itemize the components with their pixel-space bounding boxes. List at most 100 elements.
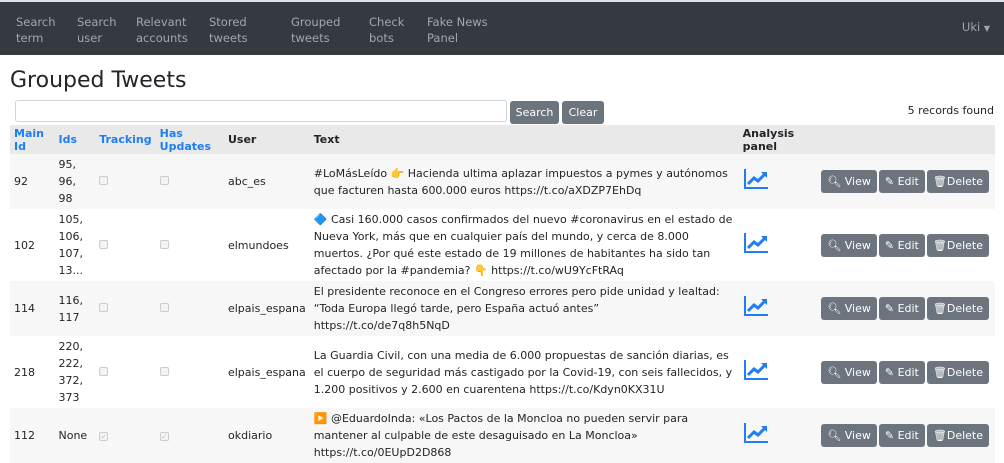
search-icon: 🔍︎ — [827, 238, 842, 252]
pencil-icon: ✎ — [884, 175, 895, 188]
ids: 95, 96, 98 — [54, 154, 96, 209]
tracking-cell — [95, 209, 155, 281]
delete-label: Delete — [946, 365, 983, 379]
tracking-checkbox[interactable] — [99, 239, 109, 249]
nav-line: user — [77, 31, 103, 45]
delete-button[interactable]: 🗑︎Delete — [926, 297, 989, 320]
user: elmundoes — [227, 238, 289, 252]
delete-button[interactable]: 🗑︎Delete — [926, 360, 989, 384]
caret-down-icon: ▼ — [983, 24, 990, 33]
edit-label: Edit — [897, 175, 919, 188]
view-button[interactable]: 🔍︎ View — [821, 233, 877, 257]
analysis-cell — [739, 336, 818, 408]
trash-icon: 🗑︎ — [932, 302, 947, 315]
search-icon: 🔍︎ — [827, 365, 842, 379]
chart-line-icon[interactable] — [743, 168, 769, 195]
has-updates-checkbox[interactable] — [159, 366, 169, 376]
header-tracking[interactable]: Tracking — [95, 125, 156, 154]
edit-button[interactable]: ✎ Edit — [878, 170, 925, 193]
main-id: 114 — [10, 281, 55, 336]
has-updates-checkbox[interactable] — [159, 176, 169, 185]
records-count: 5 records found — [907, 104, 994, 117]
delete-button[interactable]: 🗑︎Delete — [926, 233, 989, 257]
table-row: 92 95, 96, 98 abc_es #LoMásLeído 👉 Hacie… — [10, 154, 995, 209]
edit-label: Edit — [897, 302, 919, 315]
edit-label: Edit — [897, 238, 919, 252]
edit-label: Edit — [897, 365, 919, 379]
trash-icon: 🗑︎ — [932, 175, 947, 188]
delete-button[interactable]: 🗑︎Delete — [926, 170, 989, 193]
user-menu[interactable]: Uki ▼ — [962, 20, 990, 34]
delete-button[interactable]: 🗑︎Delete — [926, 424, 989, 447]
nav-line: Check — [369, 15, 405, 29]
nav-line: Search — [77, 15, 117, 29]
view-label: View — [844, 302, 871, 315]
user: elpais_espana — [223, 281, 310, 336]
chart-line-icon[interactable] — [743, 422, 769, 449]
view-button[interactable]: 🔍︎ View — [821, 170, 877, 193]
has-updates-checkbox[interactable] — [159, 239, 169, 249]
actions-cell: 🔍︎ View ✎ Edit 🗑︎Delete — [817, 408, 995, 463]
nav-item-search-user[interactable]: Search user — [77, 14, 117, 46]
header-main-id[interactable]: Main Id — [10, 125, 55, 154]
view-button[interactable]: 🔍︎ View — [821, 424, 877, 447]
header-actions — [817, 125, 995, 154]
header-has-updates[interactable]: Has Updates — [155, 125, 224, 154]
has-updates-cell — [155, 154, 224, 209]
nav-item-stored-tweets[interactable]: Stored tweets — [209, 14, 248, 46]
view-label: View — [844, 429, 871, 442]
tracking-checkbox[interactable] — [99, 176, 109, 185]
header-text: Text — [309, 125, 739, 154]
pencil-icon: ✎ — [884, 429, 895, 442]
header-ids[interactable]: Ids — [54, 125, 96, 154]
tweet-text: #LoMásLeído 👉 Hacienda ultima aplazar im… — [309, 154, 739, 209]
has-updates-checkbox[interactable] — [159, 303, 169, 312]
delete-label: Delete — [946, 238, 983, 252]
search-button[interactable]: Search — [510, 101, 559, 124]
table-row: 218 220, 222, 372, 373 elpais_espana La … — [10, 336, 995, 408]
header-analysis-panel: Analysis panel — [738, 125, 818, 154]
nav-item-relevant-accounts[interactable]: Relevant accounts — [136, 14, 188, 46]
chart-line-icon[interactable] — [743, 295, 769, 322]
tracking-checkbox[interactable] — [99, 303, 109, 312]
table-row: 114 116, 117 elpais_espana El presidente… — [10, 281, 995, 336]
edit-button[interactable]: ✎ Edit — [878, 233, 925, 257]
pencil-icon: ✎ — [884, 365, 895, 379]
edit-button[interactable]: ✎ Edit — [878, 360, 925, 384]
edit-button[interactable]: ✎ Edit — [878, 424, 925, 447]
view-button[interactable]: 🔍︎ View — [821, 360, 877, 384]
clear-button[interactable]: Clear — [562, 101, 604, 124]
search-icon: 🔍︎ — [827, 302, 842, 315]
delete-label: Delete — [946, 302, 983, 315]
nav-item-grouped-tweets[interactable]: Grouped tweets — [291, 14, 340, 46]
tracking-cell: ✓ — [95, 408, 156, 463]
actions-cell: 🔍︎ View ✎ Edit 🗑︎Delete — [817, 336, 995, 408]
edit-button[interactable]: ✎ Edit — [878, 297, 925, 320]
tracking-checkbox[interactable] — [99, 366, 109, 376]
has-updates-checkbox[interactable]: ✓ — [159, 432, 169, 441]
tracking-cell — [95, 336, 155, 408]
nav-line: Search — [16, 15, 56, 29]
chart-line-icon[interactable] — [743, 232, 769, 259]
tweet-text: ▶️ @EduardoInda: «Los Pactos de la Moncl… — [309, 408, 739, 463]
main-id: 112 — [10, 408, 55, 463]
main-id: 102 — [14, 238, 35, 252]
view-button[interactable]: 🔍︎ View — [821, 297, 877, 320]
ids: 116, 117 — [54, 281, 96, 336]
nav-line: Panel — [427, 31, 459, 45]
has-updates-cell: ✓ — [155, 408, 224, 463]
has-updates-cell — [156, 209, 224, 281]
nav-item-search-term[interactable]: Search term — [16, 14, 56, 46]
nav-line: bots — [369, 31, 394, 45]
chart-line-icon[interactable] — [743, 359, 769, 386]
nav-item-fake-news-panel[interactable]: Fake News Panel — [427, 14, 488, 46]
tracking-checkbox[interactable]: ✓ — [99, 432, 109, 441]
actions-cell: 🔍︎ View ✎ Edit 🗑︎Delete — [817, 209, 995, 281]
user-name: Uki — [961, 20, 981, 34]
pencil-icon: ✎ — [884, 302, 895, 315]
search-input[interactable] — [15, 100, 507, 122]
trash-icon: 🗑︎ — [932, 365, 947, 379]
actions-cell: 🔍︎ View ✎ Edit 🗑︎Delete — [817, 154, 995, 209]
nav-item-check-bots[interactable]: Check bots — [369, 14, 404, 46]
nav-line: tweets — [209, 31, 248, 45]
